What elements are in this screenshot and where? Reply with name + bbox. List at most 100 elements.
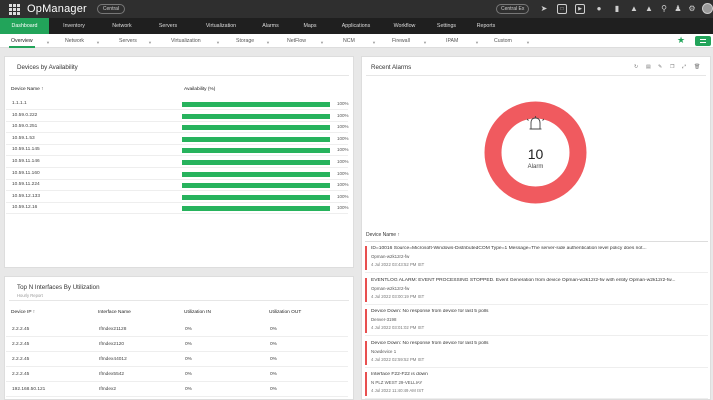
nav-settings[interactable]: Settings [427, 18, 466, 34]
alarm-donut-chart[interactable]: 10 Alarm [482, 99, 589, 206]
table-row[interactable]: 2.2.2.45 IfIndex5542 0% 0% [6, 368, 348, 382]
alarm-item[interactable]: Interface F22-F22 is down N PLZ WEST 29-V… [365, 370, 708, 399]
chevron-down-icon[interactable]: ▼ [216, 40, 220, 45]
device-name[interactable]: 1.1.1.1 [12, 101, 27, 106]
tab-servers[interactable]: Servers [119, 34, 137, 48]
table-row[interactable]: 10.59.11.224 100% [6, 180, 349, 192]
tab-ipam[interactable]: IPAM [446, 34, 458, 48]
table-row[interactable]: 2.2.2.45 IfIndex21128 0% 0% [6, 323, 348, 337]
search-icon[interactable]: ⚲ [659, 4, 669, 14]
alarm-message[interactable]: EVENTLOG ALARM: EVENT PROCESSING STOPPED… [371, 278, 705, 283]
alarm-item[interactable]: Device Down: No response from device for… [365, 307, 708, 336]
nav-network[interactable]: Network [99, 18, 145, 34]
chevron-down-icon[interactable]: ▼ [266, 40, 270, 45]
alarm-source[interactable]: N PLZ WEST 29-VELLIAY [371, 380, 422, 385]
col-device-name[interactable]: Device Name ↑ [11, 87, 44, 92]
alarm-source[interactable]: Denver-3198 [371, 317, 396, 322]
tag-icon[interactable]: ● [594, 4, 604, 14]
alarm-source[interactable]: Nowdevice 1 [371, 349, 396, 354]
bell-icon[interactable]: ▲ [629, 4, 639, 14]
add-widget-button[interactable] [695, 36, 711, 46]
favorite-star-icon[interactable]: ★ [677, 35, 685, 46]
bell-icon[interactable]: ▲ [644, 4, 654, 14]
nav-workflow[interactable]: Workflow [382, 18, 427, 34]
chevron-down-icon[interactable]: ▼ [46, 40, 50, 45]
alarm-message[interactable]: ID=10016 Source=Microsoft-Windows-Distri… [371, 246, 705, 251]
chevron-down-icon[interactable]: ▼ [475, 40, 479, 45]
tab-network[interactable]: Network [65, 34, 84, 48]
app-grid-icon[interactable] [7, 2, 21, 16]
alarm-item[interactable]: ID=10016 Source=Microsoft-Windows-Distri… [365, 244, 708, 273]
device-name[interactable]: 10.59.1.53 [12, 136, 35, 141]
table-row[interactable]: 10.59.1.53 100% [6, 134, 349, 145]
tab-firewall[interactable]: Firewall [392, 34, 410, 48]
nav-applications[interactable]: Applications [330, 18, 382, 34]
nav-maps[interactable]: Maps [290, 18, 330, 34]
expand-icon[interactable]: ⤢ [682, 64, 686, 70]
monitor-icon[interactable]: □ [557, 4, 567, 14]
nav-dashboard[interactable]: Dashboard [0, 18, 49, 34]
chevron-down-icon[interactable]: ▼ [148, 40, 152, 45]
gear-icon[interactable]: ⚙ [687, 4, 697, 14]
device-name[interactable]: 10.59.11.160 [12, 171, 40, 176]
table-row[interactable]: 10.59.0.251 100% [6, 122, 349, 134]
alarm-message[interactable]: Device Down: No response from device for… [371, 309, 705, 314]
battery-icon[interactable]: ▮ [612, 4, 622, 14]
table-row[interactable]: 10.59.0.222 100% [6, 111, 349, 122]
col-device-ip[interactable]: Device IP ↑ [11, 310, 35, 315]
alarm-item[interactable]: EVENTLOG ALARM: EVENT PROCESSING STOPPED… [365, 276, 708, 305]
nav-virtualization[interactable]: Virtualization [191, 18, 251, 34]
refresh-icon[interactable]: ↻ [634, 64, 638, 70]
tab-storage[interactable]: Storage [236, 34, 254, 48]
chevron-down-icon[interactable]: ▼ [96, 40, 100, 45]
alarm-source[interactable]: Opman-w2k12r2-fw [371, 286, 409, 291]
tab-overview[interactable]: Overview [9, 34, 35, 48]
table-row[interactable]: 2.2.2.45 IfIndex44012 0% 0% [6, 353, 348, 367]
chevron-down-icon[interactable]: ▼ [320, 40, 324, 45]
copy-icon[interactable]: ❐ [670, 64, 674, 70]
col-utilization-out[interactable]: Utilization OUT [269, 310, 301, 315]
alarm-item[interactable]: Device Down: No response from device for… [365, 339, 708, 368]
table-row[interactable]: 10.59.12.133 100% [6, 192, 349, 203]
table-row[interactable]: 10.59.11.146 100% [6, 157, 349, 168]
delete-icon[interactable]: 🗑 [694, 64, 700, 70]
col-utilization-in[interactable]: Utilization IN [184, 310, 211, 315]
edit-icon[interactable]: ✎ [658, 64, 662, 70]
alarm-message[interactable]: Device Down: No response from device for… [371, 341, 705, 346]
device-name[interactable]: 10.59.11.146 [12, 159, 40, 164]
device-name[interactable]: 10.59.0.222 [12, 113, 37, 118]
video-icon[interactable]: ▶ [575, 4, 585, 14]
table-row[interactable]: 1.1.1.1 100% [6, 99, 349, 110]
tab-netflow[interactable]: NetFlow [287, 34, 306, 48]
central-pill[interactable]: Central [96, 4, 126, 14]
nav-alarms[interactable]: Alarms [251, 18, 290, 34]
nav-inventory[interactable]: Inventory [49, 18, 99, 34]
table-icon[interactable]: ▤ [646, 64, 651, 70]
tab-custom[interactable]: Custom [494, 34, 512, 48]
avatar[interactable] [702, 3, 713, 14]
table-row[interactable]: 10.59.12.16 100% [6, 203, 349, 215]
table-row[interactable]: 192.168.50.121 IfIndex2 0% 0% [6, 383, 348, 397]
nav-servers[interactable]: Servers [145, 18, 191, 34]
device-name[interactable]: 10.59.0.251 [12, 124, 37, 129]
col-interface-name[interactable]: Interface Name [98, 310, 131, 315]
tab-virtualization[interactable]: Virtualization [171, 34, 201, 48]
chevron-down-icon[interactable]: ▼ [372, 40, 376, 45]
col-availability[interactable]: Availability (%) [184, 87, 215, 92]
table-row[interactable]: 10.59.11.160 100% [6, 169, 349, 180]
table-row[interactable]: 10.59.11.145 100% [6, 145, 349, 157]
alarm-source[interactable]: Opman-w2k12r2-fw [371, 254, 409, 259]
rocket-icon[interactable]: ➤ [539, 4, 549, 14]
device-name[interactable]: 10.59.12.133 [12, 194, 40, 199]
central-ex-pill[interactable]: Central Ex [496, 4, 530, 14]
table-row[interactable]: 2.2.2.45 IfIndex2120 0% 0% [6, 338, 348, 352]
person-icon[interactable]: ♟ [673, 4, 683, 14]
chevron-down-icon[interactable]: ▼ [526, 40, 530, 45]
col-alarm-device-name[interactable]: Device Name ↑ [366, 232, 400, 238]
device-name[interactable]: 10.59.11.145 [12, 147, 40, 152]
tab-ncm[interactable]: NCM [343, 34, 355, 48]
device-name[interactable]: 10.59.11.224 [12, 182, 40, 187]
alarm-message[interactable]: Interface F22-F22 is down [371, 372, 705, 377]
nav-reports[interactable]: Reports [466, 18, 506, 34]
chevron-down-icon[interactable]: ▼ [423, 40, 427, 45]
